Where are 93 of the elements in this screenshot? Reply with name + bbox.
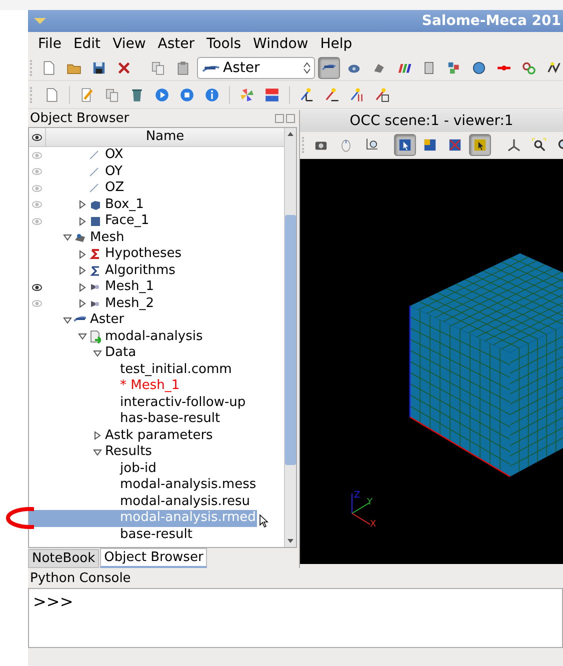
viewer-title: OCC scene:1 - viewer:1 <box>300 110 563 132</box>
menu-item[interactable]: Help <box>314 36 358 52</box>
blocks-icon <box>446 60 462 76</box>
tree-item[interactable]: test_initial.comm <box>119 362 233 378</box>
tree-item[interactable]: Face_1 <box>104 213 150 230</box>
panel-tab[interactable]: Object Browser <box>100 548 208 568</box>
axis-triad-drawing <box>352 493 370 525</box>
tree-item[interactable]: modal-analysis.mess <box>119 477 258 494</box>
copy-icon <box>104 86 120 102</box>
tree-item[interactable]: Mesh <box>89 230 126 246</box>
panel-title: Object Browser <box>30 111 130 126</box>
aster-logo-button[interactable] <box>318 57 340 79</box>
select-cross-icon <box>447 137 463 153</box>
fit-all-icon <box>531 137 547 153</box>
expand-arrow-icon[interactable] <box>78 266 86 276</box>
tree-item[interactable]: Mesh_2 <box>104 296 155 312</box>
tree-item[interactable]: OY <box>104 164 124 180</box>
console-prompt: >>> <box>33 592 74 611</box>
3d-viewport[interactable]: Z Y X <box>300 159 563 564</box>
tree-item[interactable]: Aster <box>89 312 126 328</box>
module-dropdown[interactable]: Aster <box>197 57 315 79</box>
expand-arrow-icon[interactable] <box>78 282 86 292</box>
select-cursor-icon <box>397 137 413 153</box>
wizard-arrows-icon <box>349 86 365 102</box>
sigma-icon <box>89 247 101 262</box>
play-icon <box>154 86 170 102</box>
trihedron-icon <box>506 137 522 153</box>
scrollbar[interactable] <box>284 128 296 547</box>
menu-item[interactable]: Edit <box>67 36 107 52</box>
tree-item[interactable]: OX <box>104 147 124 164</box>
collapse-arrow-icon[interactable] <box>92 448 102 457</box>
tree-item[interactable]: Astk parameters <box>104 428 214 444</box>
square-icon <box>89 214 101 228</box>
sigma-icon <box>89 264 101 278</box>
expand-arrow-icon[interactable] <box>78 299 86 308</box>
tree-item[interactable]: Mesh_1 <box>104 279 155 296</box>
panel-title: Python Console <box>30 570 131 586</box>
tree-item[interactable]: * Mesh_1 <box>119 378 181 394</box>
menu-item[interactable]: Tools <box>200 36 248 52</box>
collapse-arrow-icon[interactable] <box>62 233 72 242</box>
clipboard-icon <box>175 60 191 76</box>
select-objects-button[interactable] <box>469 134 491 156</box>
tree-item[interactable]: base-result <box>119 526 194 543</box>
mouse-pointer-icon <box>258 514 269 528</box>
expand-arrow-icon[interactable] <box>78 216 86 226</box>
select-cursor-button[interactable] <box>394 134 416 156</box>
spinner-arrows-icon <box>302 61 312 75</box>
rings-icon <box>521 60 537 76</box>
panel-tab[interactable]: NoteBook <box>28 549 100 568</box>
collapse-arrow-icon[interactable] <box>92 348 102 358</box>
expand-arrow-icon[interactable] <box>92 431 102 440</box>
page-icon <box>44 86 60 102</box>
tree-item[interactable]: Data <box>104 345 138 362</box>
cross-icon <box>116 60 132 76</box>
pencil-page-icon <box>79 86 95 102</box>
tree-item[interactable]: Hypotheses <box>104 246 183 262</box>
menu-item[interactable]: Window <box>247 36 314 52</box>
copy-icon <box>150 60 166 76</box>
line-icon <box>89 164 101 179</box>
menu-item[interactable]: File <box>32 36 68 52</box>
tree-item[interactable]: job-id <box>119 460 158 477</box>
select-objects-icon <box>472 137 488 153</box>
trash-can-icon <box>129 86 145 102</box>
eficas-logo-icon <box>264 86 280 102</box>
wizard-graph-icon <box>324 86 340 102</box>
window-title: Salome-Meca 201 <box>422 13 561 29</box>
stop-icon <box>179 86 195 102</box>
tree-item[interactable]: modal-analysis <box>104 328 204 345</box>
tree-item[interactable]: Algorithms <box>104 262 176 279</box>
tree-item[interactable]: OZ <box>104 180 126 196</box>
expand-arrow-icon[interactable] <box>78 250 86 259</box>
tree-item[interactable]: modal-analysis.resu <box>119 494 251 510</box>
page-icon <box>41 60 57 76</box>
menu-item[interactable]: View <box>106 36 152 52</box>
tree-item[interactable]: interactiv-follow-up <box>119 394 247 411</box>
console-input[interactable]: >>> <box>28 588 563 648</box>
collapse-arrow-icon[interactable] <box>78 332 86 342</box>
collapse-arrow-icon[interactable] <box>62 316 72 325</box>
axis-label: X <box>370 519 376 530</box>
eye-icon[interactable] <box>32 284 42 291</box>
select-faces-icon <box>422 137 438 153</box>
tree-item[interactable]: Results <box>104 444 153 460</box>
tree-item[interactable]: has-base-result <box>119 411 222 428</box>
globe-icon <box>471 60 487 76</box>
pinwheel-icon <box>239 86 255 102</box>
expand-arrow-icon[interactable] <box>78 200 86 210</box>
menu-item[interactable]: Aster <box>152 36 201 52</box>
wizard-axes-icon <box>299 86 315 102</box>
wizard-table-icon <box>374 86 390 102</box>
info-icon <box>204 86 220 102</box>
tree-item[interactable]: Box_1 <box>104 196 145 213</box>
axis-label: Y <box>367 497 372 508</box>
axis-label: Z <box>354 490 360 500</box>
